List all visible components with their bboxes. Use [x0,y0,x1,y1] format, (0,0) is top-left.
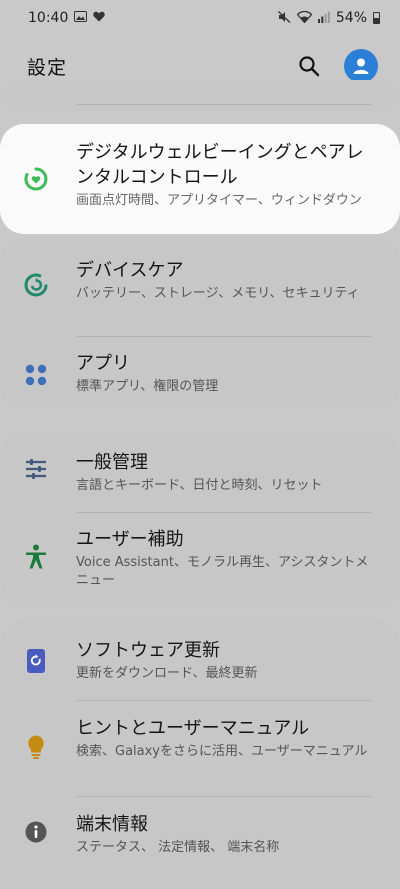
settings-item-apps[interactable]: アプリ 標準アプリ、権限の管理 [0,351,400,396]
item-text: 端末情報 ステータス、 法定情報、 端末名称 [76,812,279,857]
heart-notification-icon [93,11,106,25]
image-notification-icon [74,11,88,25]
status-time: 10:40 [28,10,69,26]
item-title: ヒントとユーザーマニュアル [76,718,310,739]
item-text: ユーザー補助 Voice Assistant、モノラル再生、アシスタントメニュー [76,527,378,590]
item-title: 一般管理 [76,452,148,473]
item-text: アプリ 標準アプリ、権限の管理 [76,351,218,396]
item-title: ソフトウェア更新 [76,640,220,661]
divider [76,512,372,513]
software-update-icon [23,648,49,674]
item-subtitle: 画面点灯時間、アプリタイマー、ウィンドダウン [76,193,362,208]
accessibility-icon [23,544,49,570]
general-accessibility-card: 一般管理 言語とキーボード、日付と時刻、リセット ユーザー補助 Voice As… [0,432,400,606]
item-title: 端末情報 [76,814,148,835]
item-title: デジタルウェルビーイングとペアレンタルコントロール [76,142,364,188]
item-text: ソフトウェア更新 更新をダウンロード、最終更新 [76,638,257,683]
battery-icon [373,12,380,24]
sliders-icon [23,456,49,482]
status-bar: 10:40 54% [0,0,400,36]
divider [76,336,372,337]
search-icon[interactable] [298,55,320,77]
item-subtitle: 検索、Galaxyをさらに活用、ユーザーマニュアル [76,744,368,759]
item-text: デバイスケア バッテリー、ストレージ、メモリ、セキュリティ [76,258,360,303]
item-title: デバイスケア [76,260,184,281]
signal-icon [317,11,330,26]
item-title: ユーザー補助 [76,529,184,550]
item-text: ヒントとユーザーマニュアル 検索、Galaxyをさらに活用、ユーザーマニュアル [76,716,367,761]
divider [76,796,372,797]
item-title: アプリ [76,353,130,374]
device-care-icon [23,272,49,298]
settings-item-software-update[interactable]: ソフトウェア更新 更新をダウンロード、最終更新 [0,620,400,683]
status-bar-left: 10:40 [28,10,106,26]
divider [76,104,372,105]
lightbulb-icon [23,734,49,760]
status-bar-right: 54% [277,10,380,26]
item-text: 一般管理 言語とキーボード、日付と時刻、リセット [76,450,322,495]
page-title: 設定 [27,56,68,79]
device-apps-card: デバイスケア バッテリー、ストレージ、メモリ、セキュリティ アプリ 標準アプリ、… [0,238,400,410]
item-subtitle: Voice Assistant、モノラル再生、アシスタントメニュー [76,555,369,588]
account-avatar[interactable] [344,49,378,83]
item-text: デジタルウェルビーイングとペアレンタルコントロール 画面点灯時間、アプリタイマー… [76,140,378,210]
divider [76,700,372,701]
digital-wellbeing-icon [23,166,49,192]
apps-icon [23,362,49,388]
wifi-icon [296,10,313,26]
settings-item-accessibility[interactable]: ユーザー補助 Voice Assistant、モノラル再生、アシスタントメニュー [0,527,400,590]
item-subtitle: ステータス、 法定情報、 端末名称 [76,840,280,855]
item-subtitle: バッテリー、ストレージ、メモリ、セキュリティ [76,286,360,301]
settings-item-about-phone[interactable]: 端末情報 ステータス、 法定情報、 端末名称 [0,812,400,857]
item-subtitle: 言語とキーボード、日付と時刻、リセット [76,478,323,493]
info-icon [23,819,49,845]
previous-group-card [0,80,400,112]
item-subtitle: 更新をダウンロード、最終更新 [76,666,258,681]
settings-item-tips[interactable]: ヒントとユーザーマニュアル 検索、Galaxyをさらに活用、ユーザーマニュアル [0,716,400,761]
battery-percent: 54% [335,10,367,26]
update-tips-about-card: ソフトウェア更新 更新をダウンロード、最終更新 ヒントとユーザーマニュアル 検索… [0,620,400,889]
settings-item-digital-wellbeing[interactable]: デジタルウェルビーイングとペアレンタルコントロール 画面点灯時間、アプリタイマー… [0,124,400,210]
person-icon [353,58,369,74]
digital-wellbeing-card: デジタルウェルビーイングとペアレンタルコントロール 画面点灯時間、アプリタイマー… [0,124,400,234]
settings-item-general-management[interactable]: 一般管理 言語とキーボード、日付と時刻、リセット [0,432,400,495]
mute-icon [277,10,291,26]
header-actions [298,49,378,83]
settings-item-device-care[interactable]: デバイスケア バッテリー、ストレージ、メモリ、セキュリティ [0,238,400,303]
item-subtitle: 標準アプリ、権限の管理 [76,379,219,394]
